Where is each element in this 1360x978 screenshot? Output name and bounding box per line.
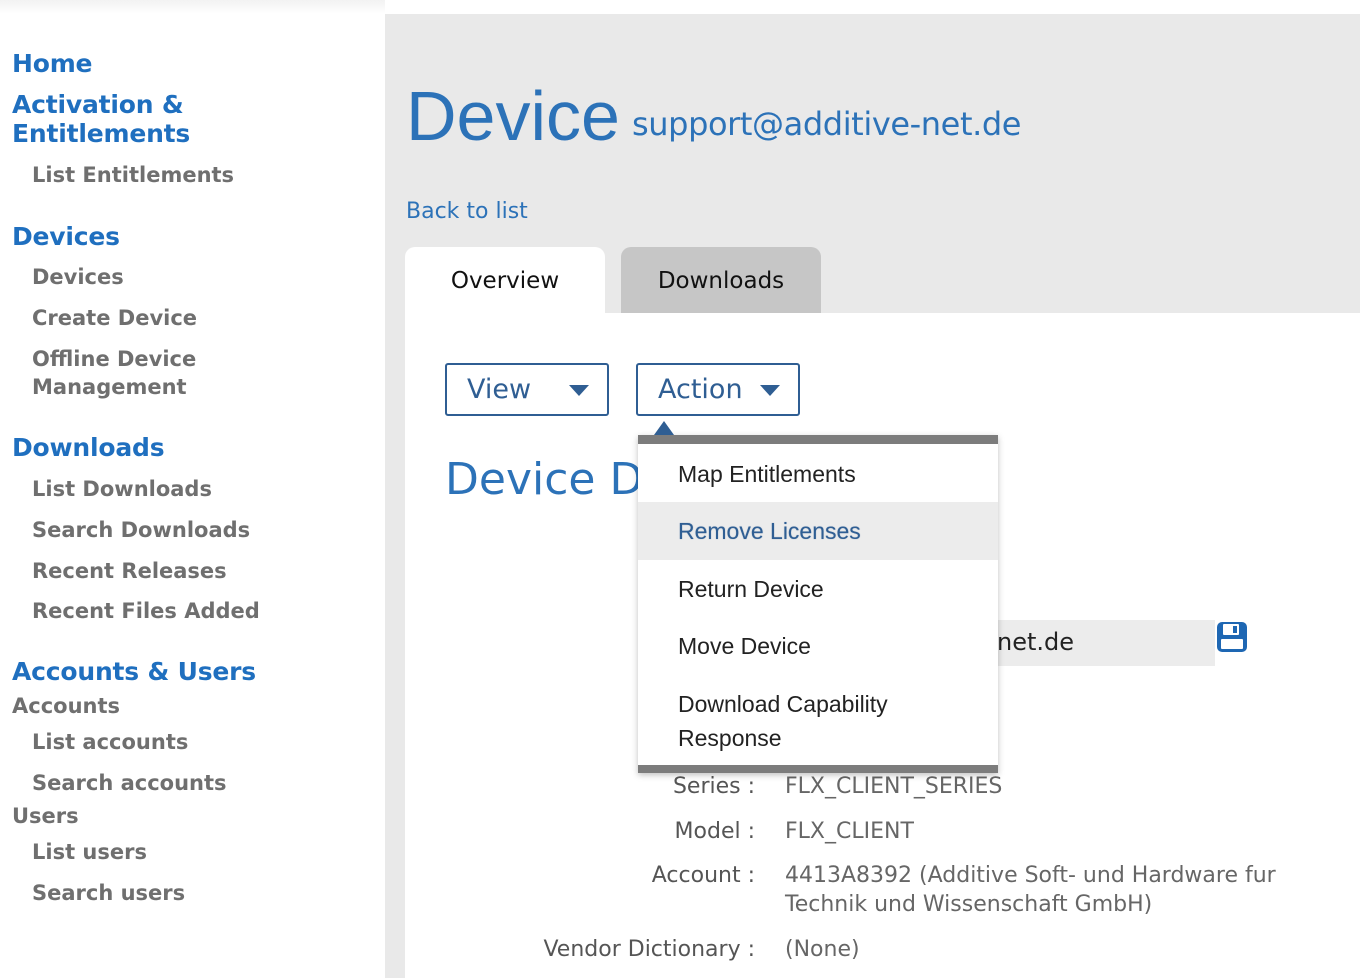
menu-pointer-icon: [654, 421, 674, 435]
series-value: FLX_CLIENT_SERIES: [785, 774, 1003, 799]
nav-accounts-users-heading[interactable]: Accounts & Users: [12, 657, 256, 686]
account-label: Account :: [651, 863, 755, 888]
nav-users-subheading: Users: [12, 804, 79, 828]
sidebar: Home Activation & Entitlements List Enti…: [0, 0, 385, 978]
nav-search-downloads[interactable]: Search Downloads: [32, 516, 250, 544]
menu-item-remove-licenses[interactable]: Remove Licenses: [638, 502, 998, 560]
menu-bottom-bar: [638, 765, 998, 773]
nav-list-downloads[interactable]: List Downloads: [32, 475, 212, 503]
caret-down-icon: [569, 385, 589, 396]
email-field[interactable]: net.de: [997, 620, 1215, 666]
nav-recent-files-added[interactable]: Recent Files Added: [32, 597, 260, 625]
floppy-disk-icon[interactable]: [1216, 621, 1248, 653]
action-dropdown-label: Action: [658, 374, 743, 405]
sidebar-top-fade: [0, 0, 385, 14]
view-dropdown-button[interactable]: View: [445, 363, 609, 416]
vendor-dictionary-value: (None): [785, 937, 860, 962]
model-label: Model :: [674, 819, 755, 844]
nav-search-accounts[interactable]: Search accounts: [32, 769, 227, 797]
menu-top-bar: [638, 435, 998, 444]
nav-accounts-subheading: Accounts: [12, 694, 121, 718]
action-dropdown-button[interactable]: Action: [636, 363, 800, 416]
model-value: FLX_CLIENT: [785, 819, 914, 844]
menu-item-return-device[interactable]: Return Device: [638, 575, 998, 603]
section-title: Device De: [445, 454, 671, 505]
nav-list-accounts[interactable]: List accounts: [32, 728, 188, 756]
nav-devices[interactable]: Devices: [32, 263, 124, 291]
user-email: support@additive-net.de: [632, 105, 1022, 143]
series-label: Series :: [672, 774, 755, 799]
menu-item-download-capability-response[interactable]: Download Capability Response: [638, 687, 938, 755]
caret-down-icon: [760, 385, 780, 396]
tab-overview[interactable]: Overview: [405, 247, 605, 313]
tab-downloads[interactable]: Downloads: [621, 247, 821, 313]
menu-item-map-entitlements[interactable]: Map Entitlements: [638, 460, 998, 488]
page-title: Device: [406, 77, 620, 155]
email-field-value: net.de: [997, 628, 1075, 656]
nav-list-entitlements[interactable]: List Entitlements: [32, 161, 234, 189]
account-value: 4413A8392 (Additive Soft- und Hardware f…: [785, 863, 1276, 917]
nav-downloads-heading[interactable]: Downloads: [12, 433, 165, 462]
nav-create-device[interactable]: Create Device: [32, 304, 197, 332]
nav-search-users[interactable]: Search users: [32, 879, 185, 907]
action-menu: Map Entitlements Remove Licenses Return …: [638, 421, 998, 773]
vendor-dictionary-label: Vendor Dictionary :: [543, 937, 755, 962]
menu-item-move-device[interactable]: Move Device: [638, 632, 998, 660]
nav-devices-heading[interactable]: Devices: [12, 222, 120, 251]
nav-list-users[interactable]: List users: [32, 838, 147, 866]
back-to-list-link[interactable]: Back to list: [406, 199, 528, 224]
nav-activation-entitlements[interactable]: Activation & Entitlements: [12, 90, 212, 148]
nav-offline-device-management[interactable]: Offline Device Management: [32, 345, 232, 401]
nav-home[interactable]: Home: [12, 49, 93, 78]
view-dropdown-label: View: [467, 374, 532, 405]
nav-recent-releases[interactable]: Recent Releases: [32, 557, 227, 585]
